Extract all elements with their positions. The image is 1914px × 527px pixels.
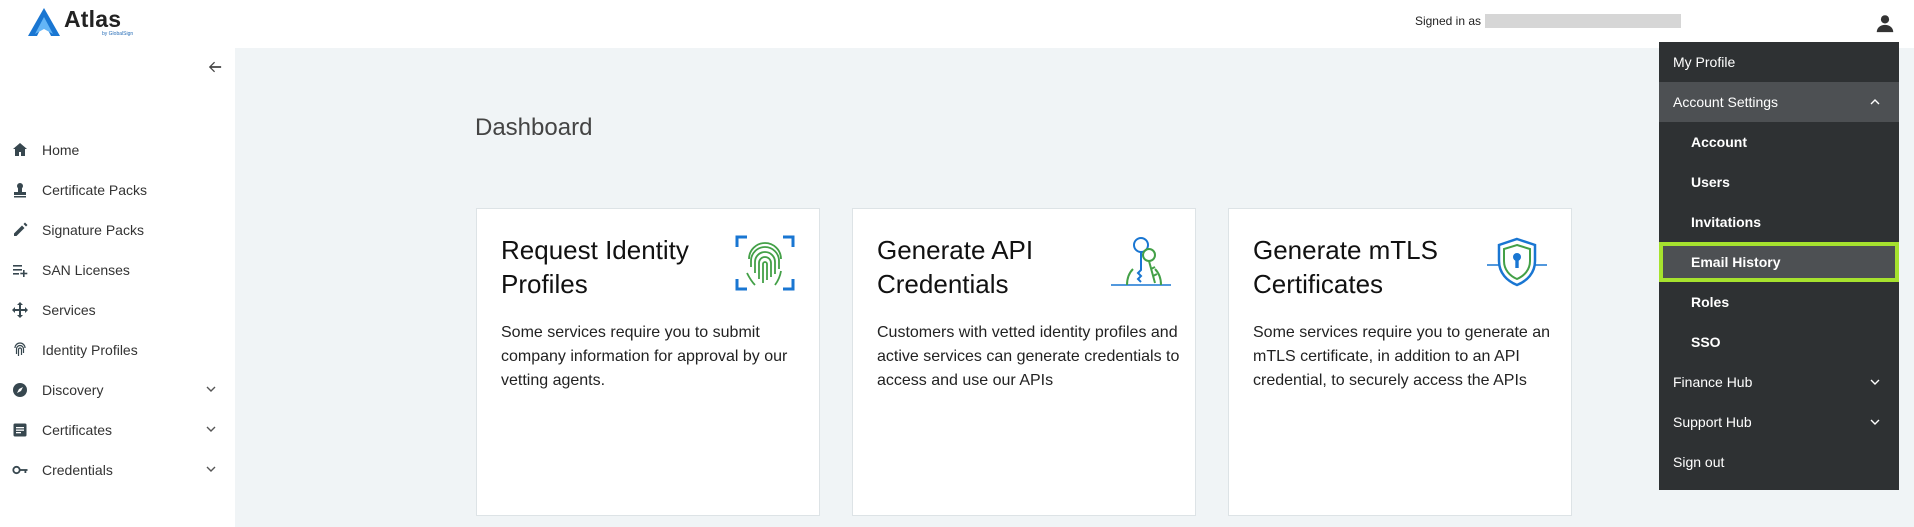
chevron-down-icon [1870,379,1880,385]
sidebar-item-label: Signature Packs [42,222,144,238]
arrow-left-icon [208,61,222,73]
sidebar-item-label: Discovery [42,382,104,398]
menu-item-account[interactable]: Account [1659,122,1899,162]
menu-item-roles[interactable]: Roles [1659,282,1899,322]
chevron-down-icon[interactable] [205,383,217,395]
user-account-icon[interactable] [1874,12,1896,34]
menu-item-invitations[interactable]: Invitations [1659,202,1899,242]
page-title: Dashboard [475,114,593,141]
keys-icon [1111,233,1171,293]
menu-item-finance-hub[interactable]: Finance Hub [1659,362,1899,402]
chevron-down-icon[interactable] [205,463,217,475]
menu-item-sign-out[interactable]: Sign out [1659,442,1899,482]
sidebar-item-label: Credentials [42,462,113,478]
stamp-icon [11,181,29,199]
signed-in-status: Signed in as [1415,14,1681,28]
sidebar-item-label: SAN Licenses [42,262,130,278]
menu-item-label: Finance Hub [1673,374,1753,390]
compass-icon [11,381,29,399]
shield-lock-icon [1487,233,1547,293]
sidebar-item-label: Identity Profiles [42,342,138,358]
card-description: Customers with vetted identity profiles … [877,324,1180,389]
menu-item-support-hub[interactable]: Support Hub [1659,402,1899,442]
signed-in-label: Signed in as [1414,14,1481,28]
masked-username [1485,14,1681,28]
sidebar-item-certificate-packs[interactable]: Certificate Packs [0,170,235,210]
collapse-sidebar-button[interactable] [205,60,225,80]
atlas-logo-icon [28,8,60,36]
sidebar-item-label: Home [42,142,80,158]
menu-item-account-settings[interactable]: Account Settings [1659,82,1899,122]
user-dropdown-menu: My Profile Account Settings Account User… [1659,42,1899,490]
document-icon [11,421,29,439]
atlas-logo[interactable]: Atlas by GlobalSign [27,5,133,39]
menu-item-users[interactable]: Users [1659,162,1899,202]
sidebar-item-home[interactable]: Home [0,130,235,170]
menu-item-sso[interactable]: SSO [1659,322,1899,362]
arrows-move-icon [11,301,29,319]
menu-item-my-profile[interactable]: My Profile [1659,42,1899,82]
logo-subtext: by GlobalSign [102,30,134,37]
chevron-down-icon[interactable] [205,423,217,435]
card-title: Request Identity Profiles [501,235,689,299]
key-icon [11,461,29,479]
card-description: Some services require you to generate an… [1253,324,1551,389]
list-add-icon [11,261,29,279]
sidebar-item-label: Certificate Packs [42,182,148,198]
sidebar-item-label: Certificates [42,422,113,438]
pen-icon [11,221,29,239]
sidebar-item-identity-profiles[interactable]: Identity Profiles [0,330,235,370]
fingerprint-icon [11,341,29,359]
sidebar-item-label: Services [42,302,96,318]
card-title: Generate API Credentials [877,235,1034,299]
sidebar-item-signature-packs[interactable]: Signature Packs [0,210,235,250]
logo-text: Atlas [64,5,122,32]
sidebar-item-discovery[interactable]: Discovery [0,370,235,410]
sidebar: Home Certificate Packs Signature Packs S… [0,48,235,527]
sidebar-item-san-licenses[interactable]: SAN Licenses [0,250,235,290]
sidebar-item-services[interactable]: Services [0,290,235,330]
generate-mtls-certificates-card[interactable]: Generate mTLS Certificates Some services… [1228,208,1572,516]
top-header: Atlas by GlobalSign Signed in as [0,0,1914,48]
chevron-up-icon [1870,99,1880,105]
sidebar-item-credentials[interactable]: Credentials [0,450,235,490]
request-identity-profiles-card[interactable]: Request Identity Profiles Some services … [476,208,820,516]
card-title: Generate mTLS Certificates [1253,235,1438,299]
home-icon [11,141,29,159]
fingerprint-scan-icon [735,233,795,293]
menu-item-label: Account Settings [1673,94,1779,110]
menu-item-email-history[interactable]: Email History [1659,242,1899,282]
chevron-down-icon [1870,419,1880,425]
card-description: Some services require you to submit comp… [501,324,788,389]
sidebar-nav: Home Certificate Packs Signature Packs S… [0,130,235,490]
sidebar-item-certificates[interactable]: Certificates [0,410,235,450]
generate-api-credentials-card[interactable]: Generate API Credentials Customers with … [852,208,1196,516]
menu-item-label: Support Hub [1673,414,1752,430]
